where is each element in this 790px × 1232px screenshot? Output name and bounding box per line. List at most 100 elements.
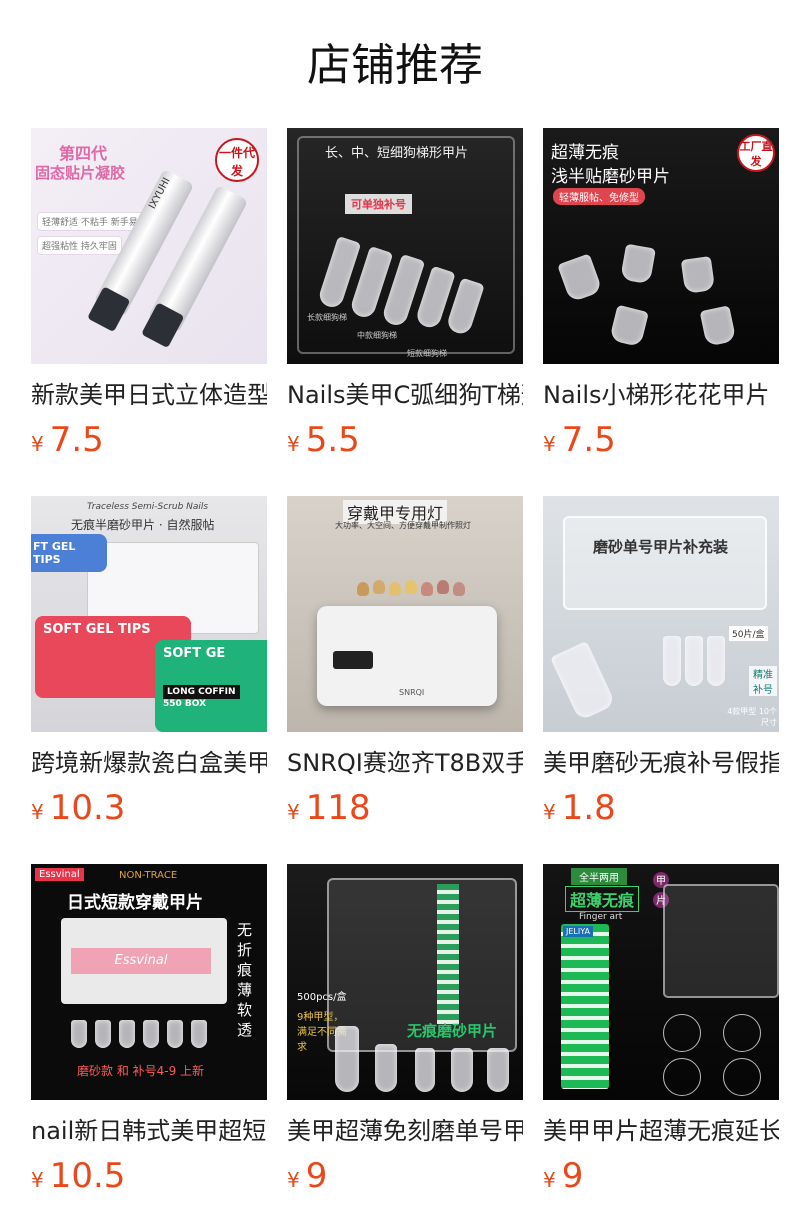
nail-tip: [119, 1020, 135, 1048]
product-card[interactable]: 长、中、短细狗梯形甲片 可单独补号 长款细狗梯 中款细狗梯 短款细狗梯 Nail…: [287, 128, 523, 496]
product-image[interactable]: 磨砂单号甲片补充装 50片/盒 精准补号 4款甲型 10个尺寸: [543, 496, 779, 732]
product-name[interactable]: 美甲超薄免刻磨单号甲片: [287, 1114, 523, 1148]
product-price: ¥7.5: [31, 416, 267, 464]
product-name[interactable]: Nails美甲C弧细狗T梯形: [287, 378, 523, 412]
currency-symbol: ¥: [31, 800, 44, 824]
product-price: ¥118: [287, 784, 523, 832]
nail-tip: [680, 256, 716, 294]
product-card[interactable]: 第四代 固态贴片凝胶 一件代发 轻薄舒适 不粘手 新手易学 超强粘性 持久牢固 …: [31, 128, 267, 496]
image-text: Traceless Semi-Scrub Nails: [87, 502, 209, 512]
product-image[interactable]: 全半两用 超薄无痕 甲 片 Finger art JELIYA: [543, 864, 779, 1100]
product-image[interactable]: 500pcs/盒 9种甲型，满足不同需求 无痕磨砂甲片: [287, 864, 523, 1100]
nail-tip: [405, 580, 417, 594]
product-card[interactable]: 全半两用 超薄无痕 甲 片 Finger art JELIYA 美甲甲片超薄无痕…: [543, 864, 779, 1232]
image-text: 第四代: [59, 144, 108, 163]
product-name[interactable]: nail新日韩式美甲超短款穿戴甲片: [31, 1114, 267, 1148]
nail-tip: [421, 582, 433, 596]
nail-tip: [167, 1020, 183, 1048]
image-text: 全半两用: [571, 868, 627, 885]
image-text: 浅半贴磨砂甲片: [551, 167, 670, 187]
brand-logo: Essvinal: [35, 868, 84, 881]
image-text: 磨砂款 和 补号4-9 上新: [77, 1064, 205, 1078]
nail-tip: [415, 1048, 435, 1092]
product-card[interactable]: 超薄无痕 浅半贴磨砂甲片 轻薄服帖、免修型 工厂直发 Nails小梯形花花甲片 …: [543, 128, 779, 496]
product-card[interactable]: 穿戴甲专用灯 大功率、大空间、方便穿戴甲制作照灯 SNRQI SNRQI赛迩齐T…: [287, 496, 523, 864]
nail-tip: [389, 582, 401, 596]
product-price: ¥10.5: [31, 1152, 267, 1200]
size-strip: [561, 924, 609, 1089]
nail-tip: [699, 305, 737, 347]
pack-label: FT GEL TIPS: [31, 534, 107, 572]
currency-symbol: ¥: [543, 432, 556, 456]
case-label: Essvinal: [71, 948, 211, 974]
pack-title: SOFT GE: [163, 646, 226, 661]
image-text: 日式短款穿戴甲片: [67, 893, 203, 913]
product-card[interactable]: 500pcs/盒 9种甲型，满足不同需求 无痕磨砂甲片 美甲超薄免刻磨单号甲片 …: [287, 864, 523, 1232]
product-price: ¥1.8: [543, 784, 779, 832]
brand-logo: JELIYA: [563, 926, 593, 937]
product-price: ¥5.5: [287, 416, 523, 464]
price-value: 118: [305, 788, 371, 828]
image-text: 无痕半磨砂甲片 · 自然服帖: [71, 518, 215, 532]
price-value: 5.5: [305, 420, 360, 460]
image-text: 长款细狗梯: [307, 313, 347, 322]
price-value: 10.5: [49, 1156, 126, 1196]
nail-tip: [663, 636, 681, 686]
image-text: Finger art: [579, 912, 623, 922]
nail-tip: [375, 1044, 397, 1092]
image-text: 超强粘性 持久牢固: [37, 236, 122, 255]
nail-lamp: SNRQI: [317, 606, 497, 706]
currency-symbol: ¥: [287, 432, 300, 456]
lamp-display: [333, 651, 373, 669]
currency-symbol: ¥: [31, 432, 44, 456]
brand-text: SNRQI: [399, 688, 425, 697]
product-image[interactable]: Traceless Semi-Scrub Nails 无痕半磨砂甲片 · 自然服…: [31, 496, 267, 732]
image-text: 长、中、短细狗梯形甲片: [325, 146, 469, 161]
product-name[interactable]: 美甲甲片超薄无痕延长甲片: [543, 1114, 779, 1148]
product-image[interactable]: 第四代 固态贴片凝胶 一件代发 轻薄舒适 不粘手 新手易学 超强粘性 持久牢固 …: [31, 128, 267, 364]
image-text: 4款甲型 10个尺寸: [727, 707, 777, 727]
product-image[interactable]: 穿戴甲专用灯 大功率、大空间、方便穿戴甲制作照灯 SNRQI: [287, 496, 523, 732]
product-price: ¥9: [287, 1152, 523, 1200]
product-image[interactable]: 长、中、短细狗梯形甲片 可单独补号 长款细狗梯 中款细狗梯 短款细狗梯: [287, 128, 523, 364]
image-text: 无折痕薄软透: [237, 921, 253, 1039]
product-card[interactable]: 磨砂单号甲片补充装 50片/盒 精准补号 4款甲型 10个尺寸 美甲磨砂无痕补号…: [543, 496, 779, 864]
currency-symbol: ¥: [31, 1168, 44, 1192]
price-value: 9: [561, 1156, 584, 1196]
nail-tip: [487, 1048, 509, 1092]
nail-tip: [707, 636, 725, 686]
product-name[interactable]: 跨境新爆款瓷白盒美甲片: [31, 746, 267, 780]
product-name[interactable]: SNRQI赛迩齐T8B双手穿戴甲专用灯: [287, 746, 523, 780]
product-image[interactable]: 超薄无痕 浅半贴磨砂甲片 轻薄服帖、免修型 工厂直发: [543, 128, 779, 364]
product-name[interactable]: Nails小梯形花花甲片: [543, 378, 779, 412]
product-price: ¥9: [543, 1152, 779, 1200]
image-text: 轻薄服帖、免修型: [553, 188, 645, 205]
pack-sub: LONG COFFIN: [163, 685, 240, 699]
product-price: ¥10.3: [31, 784, 267, 832]
price-value: 7.5: [49, 420, 104, 460]
page-title: 店铺推荐: [307, 40, 483, 91]
product-image[interactable]: Essvinal NON-TRACE 日式短款穿戴甲片 Essvinal 无折痕…: [31, 864, 267, 1100]
image-tag: 可单独补号: [345, 194, 412, 214]
image-text: 50片/盒: [729, 626, 768, 641]
image-text: 短款细狗梯: [407, 349, 447, 358]
image-text: 500pcs/盒: [297, 992, 347, 1003]
currency-symbol: ¥: [287, 800, 300, 824]
product-name[interactable]: 美甲磨砂无痕补号假指甲: [543, 746, 779, 780]
nail-tip: [373, 580, 385, 594]
currency-symbol: ¥: [543, 800, 556, 824]
product-grid: 第四代 固态贴片凝胶 一件代发 轻薄舒适 不粘手 新手易学 超强粘性 持久牢固 …: [31, 128, 779, 1232]
size-strip: [437, 884, 459, 1024]
nail-shape: [723, 1058, 761, 1096]
price-value: 1.8: [561, 788, 616, 828]
image-text: 固态贴片凝胶: [35, 164, 126, 182]
product-card[interactable]: Traceless Semi-Scrub Nails 无痕半磨砂甲片 · 自然服…: [31, 496, 267, 864]
product-name[interactable]: 新款美甲日式立体造型: [31, 378, 267, 412]
nail-tip: [191, 1020, 207, 1048]
nail-shape: [663, 1014, 701, 1052]
image-text: 超薄无痕: [565, 886, 640, 912]
factory-badge: 工厂直发: [737, 134, 775, 172]
image-text: 中款细狗梯: [357, 331, 397, 340]
nail-tip: [609, 304, 649, 348]
product-card[interactable]: Essvinal NON-TRACE 日式短款穿戴甲片 Essvinal 无折痕…: [31, 864, 267, 1232]
